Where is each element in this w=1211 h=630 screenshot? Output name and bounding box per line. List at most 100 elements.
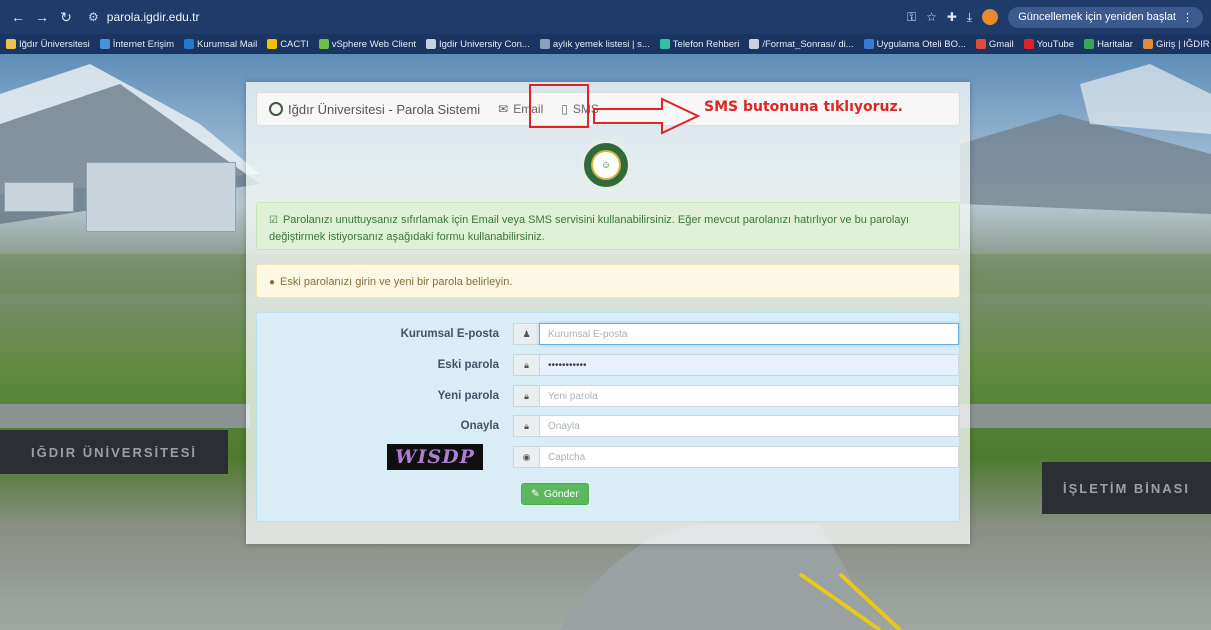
email-label: Kurumsal E-posta [400, 328, 499, 340]
bookmark-label: Telefon Rehberi [672, 38, 740, 50]
bookmark-item[interactable]: Telefon Rehberi [659, 38, 740, 50]
confirm-label: Onayla [460, 420, 499, 432]
navbar-brand-text: Iğdır Üniversitesi - Parola Sistemi [288, 101, 481, 117]
address-bar[interactable]: ⚙ parola.igdir.edu.tr [88, 10, 200, 24]
new-password-label: Yeni parola [437, 390, 499, 402]
bookmark-label: YouTube [1036, 38, 1075, 50]
campus-building [4, 182, 74, 212]
exclamation-icon: ● [269, 277, 276, 288]
more-menu-icon[interactable]: ⋮ [1182, 11, 1193, 24]
lock-icon: 🔒︎ [513, 385, 539, 407]
university-logo-icon [269, 102, 283, 116]
back-icon[interactable]: ← [8, 7, 28, 27]
bookmark-label: Giriş | IĞDIR ÜNİVE... [1155, 38, 1211, 50]
new-password-input[interactable] [539, 385, 959, 407]
annotation-text: SMS butonuna tıklıyoruz. [704, 99, 903, 115]
bookmark-label: CACTI [280, 38, 309, 50]
form-row-email: Kurumsal E-posta ♟ [257, 323, 961, 345]
bookmark-label: Gmail [988, 38, 1014, 50]
bookmark-label: Uygulama Oteli BO... [876, 38, 966, 50]
bookmark-item[interactable]: İnternet Erişim [99, 38, 174, 50]
lock-icon: 🔒︎ [513, 354, 539, 376]
bookmark-label: Iğdır Üniversitesi [19, 38, 90, 50]
bookmark-favicon-icon [749, 39, 760, 49]
email-input[interactable] [539, 323, 959, 345]
bookmark-favicon-icon [267, 39, 278, 49]
warning-alert-text: Eski parolanızı girin ve yeni bir parola… [280, 276, 513, 288]
seal-emblem-icon: ☺ [591, 150, 621, 180]
bookmark-label: Igdir University Con... [439, 38, 530, 50]
bookmark-label: İnternet Erişim [112, 38, 174, 50]
warning-alert: ● Eski parolanızı girin ve yeni bir parol… [256, 264, 960, 298]
bookmark-item[interactable]: CACTI [267, 39, 309, 50]
url-text: parola.igdir.edu.tr [106, 10, 200, 24]
bookmark-item[interactable]: /Format_Sonrası/ di... [749, 38, 854, 50]
submit-button[interactable]: ✎ Gönder [521, 483, 589, 505]
navbar-brand[interactable]: Iğdır Üniversitesi - Parola Sistemi [269, 102, 480, 117]
bookmark-favicon-icon [1084, 39, 1095, 49]
reload-icon[interactable]: ↻ [56, 7, 76, 27]
browser-toolbar: ← → ↻ ⚙ parola.igdir.edu.tr ⚿ ☆ ✚ ⤓ Günc… [0, 0, 1211, 34]
edit-icon: ✎ [531, 488, 540, 500]
bookmark-label: vSphere Web Client [331, 38, 416, 50]
bookmark-item[interactable]: Haritalar [1084, 39, 1133, 50]
bookmark-item[interactable]: aylık yemek listesi | s... [539, 38, 650, 50]
bookmark-item[interactable]: Uygulama Oteli BO... [863, 38, 966, 50]
captcha-input[interactable] [539, 446, 959, 468]
campus-sign-left-text: IĞDIR ÜNİVERSİTESİ [30, 444, 198, 460]
check-icon: ☑ [269, 215, 278, 226]
password-change-form: Kurumsal E-posta ♟ Eski parola 🔒︎ Yeni p… [256, 312, 960, 522]
password-system-panel: Iğdır Üniversitesi - Parola Sistemi ✉ Em… [246, 82, 970, 544]
campus-building [86, 162, 236, 232]
shield-check-icon: ◉ [513, 446, 539, 468]
info-alert: ☑ Parolanızı unuttuysanız sıfırlamak için… [256, 202, 960, 250]
envelope-icon: ✉ [498, 102, 509, 116]
site-settings-icon[interactable]: ⚙ [88, 10, 99, 24]
bookmark-label: aylık yemek listesi | s... [552, 38, 650, 50]
bookmark-label: Kurumsal Mail [197, 38, 258, 50]
bookmark-label: /Format_Sonrası/ di... [762, 38, 854, 50]
bookmark-item[interactable]: Iğdır Üniversitesi [6, 39, 90, 50]
extensions-icon[interactable]: ✚ [947, 10, 957, 24]
password-key-icon[interactable]: ⚿ [907, 10, 916, 25]
form-row-confirm: Onayla 🔒︎ [257, 415, 961, 437]
bookmark-label: Haritalar [1097, 38, 1133, 50]
bookmark-favicon-icon [539, 39, 550, 49]
bookmark-favicon-icon [659, 39, 670, 49]
bookmark-favicon-icon [975, 39, 986, 49]
captcha-image-text: WISDP [395, 446, 475, 468]
bookmark-item[interactable]: Gmail [975, 38, 1014, 50]
bookmark-favicon-icon [1023, 39, 1034, 49]
campus-sign-right-text: İŞLETİM BİNASI [1063, 480, 1190, 496]
bookmark-favicon-icon [1142, 39, 1153, 49]
bookmark-item[interactable]: Igdir University Con... [426, 39, 530, 50]
bookmark-favicon-icon [99, 39, 110, 49]
campus-sign-left: IĞDIR ÜNİVERSİTESİ [0, 430, 228, 474]
bookmark-item[interactable]: Kurumsal Mail [184, 39, 257, 50]
old-password-input[interactable] [539, 354, 959, 376]
confirm-password-input[interactable] [539, 415, 959, 437]
user-icon: ♟ [513, 323, 539, 345]
forward-icon[interactable]: → [32, 7, 52, 27]
university-seal: ☺ [581, 140, 631, 190]
update-button-label: Güncellemek için yeniden başlat [1018, 11, 1176, 23]
bookmark-favicon-icon [863, 39, 874, 49]
old-password-label: Eski parola [437, 359, 499, 371]
bookmark-item[interactable]: Giriş | IĞDIR ÜNİVE... [1142, 38, 1211, 50]
submit-button-label: Gönder [543, 488, 579, 500]
form-row-captcha: ◉ [257, 446, 961, 468]
bookmarks-bar: Iğdır Üniversitesi İnternet Erişim Kurumsa… [0, 34, 1211, 54]
download-icon[interactable]: ⤓ [967, 10, 972, 25]
form-row-old-password: Eski parola 🔒︎ [257, 354, 961, 376]
info-alert-text: Parolanızı unuttuysanız sıfırlamak için … [269, 214, 910, 243]
bookmark-item[interactable]: YouTube [1023, 38, 1075, 50]
bookmark-favicon-icon [184, 39, 194, 49]
bookmark-item[interactable]: vSphere Web Client [318, 38, 416, 50]
bookmark-favicon-icon [318, 39, 329, 49]
bookmark-star-icon[interactable]: ☆ [926, 10, 937, 24]
sms-highlight-box [529, 84, 589, 128]
update-button[interactable]: Güncellemek için yeniden başlat ⋮ [1008, 6, 1203, 28]
campus-sign-right: İŞLETİM BİNASI [1042, 462, 1211, 514]
bookmark-favicon-icon [6, 39, 16, 49]
profile-avatar[interactable] [982, 9, 999, 25]
